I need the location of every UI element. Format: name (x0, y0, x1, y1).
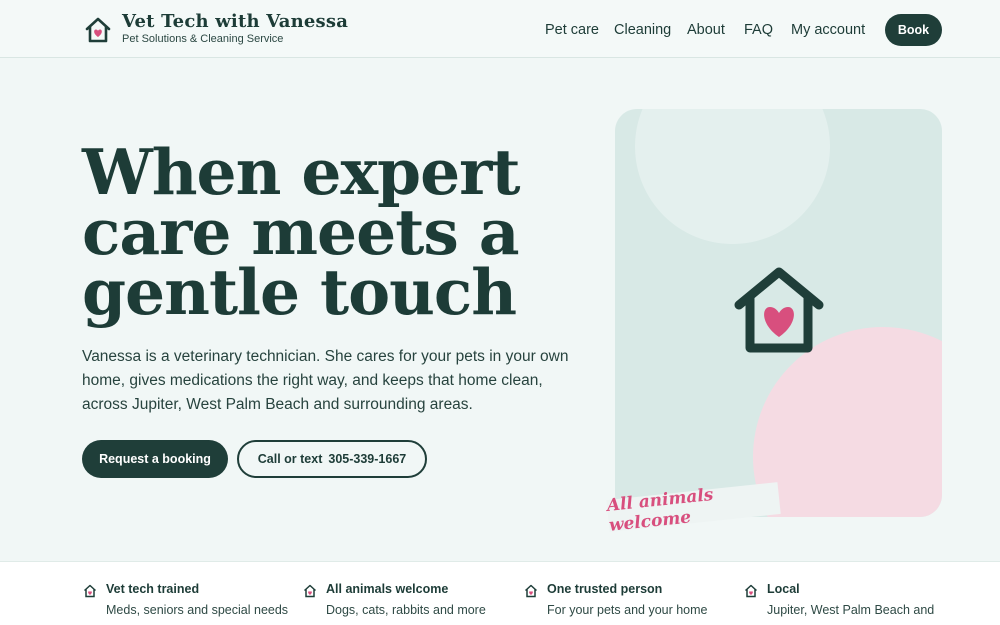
feature-title: Local (767, 582, 800, 596)
decorative-circle-pink (753, 327, 942, 517)
nav-item-cleaning[interactable]: Cleaning (614, 22, 671, 38)
hero-description: Vanessa is a veterinary technician. She … (82, 348, 569, 413)
house-heart-icon (734, 267, 824, 353)
feature-description: Meds, seniors and special needs (106, 603, 289, 617)
call-or-text-button[interactable]: Call or text 305-339-1667 (237, 440, 427, 478)
brand-name[interactable]: Vet Tech with Vanessa (122, 11, 348, 32)
feature-description: For your pets and your home (547, 603, 708, 617)
nav-item-my-account[interactable]: My account (791, 22, 865, 38)
nav-item-faq[interactable]: FAQ (744, 22, 773, 38)
decorative-circle (635, 109, 830, 244)
house-heart-icon[interactable] (84, 16, 112, 44)
request-booking-button[interactable]: Request a booking (82, 440, 228, 478)
house-heart-icon (524, 584, 538, 598)
hero-title-line: care meets a (82, 195, 520, 269)
house-heart-icon (83, 584, 97, 598)
phone-number: 305-339-1667 (328, 452, 407, 466)
hero-illustration (615, 109, 942, 517)
hero-title: When expert care meets a gentle touch (82, 135, 582, 329)
hero-title-line: When expert (82, 135, 520, 209)
features-strip: Vet tech trained Meds, seniors and speci… (0, 561, 1000, 625)
feature-description: Dogs, cats, rabbits and more (326, 603, 486, 617)
site-header: Vet Tech with Vanessa Pet Solutions & Cl… (0, 0, 1000, 58)
hero-title-line: gentle touch (82, 255, 517, 329)
feature-title: All animals welcome (326, 582, 449, 596)
brand-tagline: Pet Solutions & Cleaning Service (122, 33, 284, 45)
feature-title: One trusted person (547, 582, 663, 596)
call-or-text-label: Call or text (257, 452, 323, 466)
house-heart-icon (303, 584, 317, 598)
feature-title: Vet tech trained (106, 582, 200, 596)
feature-description: Jupiter, West Palm Beach and (767, 603, 935, 617)
book-button[interactable]: Book (885, 14, 942, 46)
nav-item-pet-care[interactable]: Pet care (545, 22, 599, 38)
house-heart-icon (744, 584, 758, 598)
nav-item-about[interactable]: About (687, 22, 725, 38)
